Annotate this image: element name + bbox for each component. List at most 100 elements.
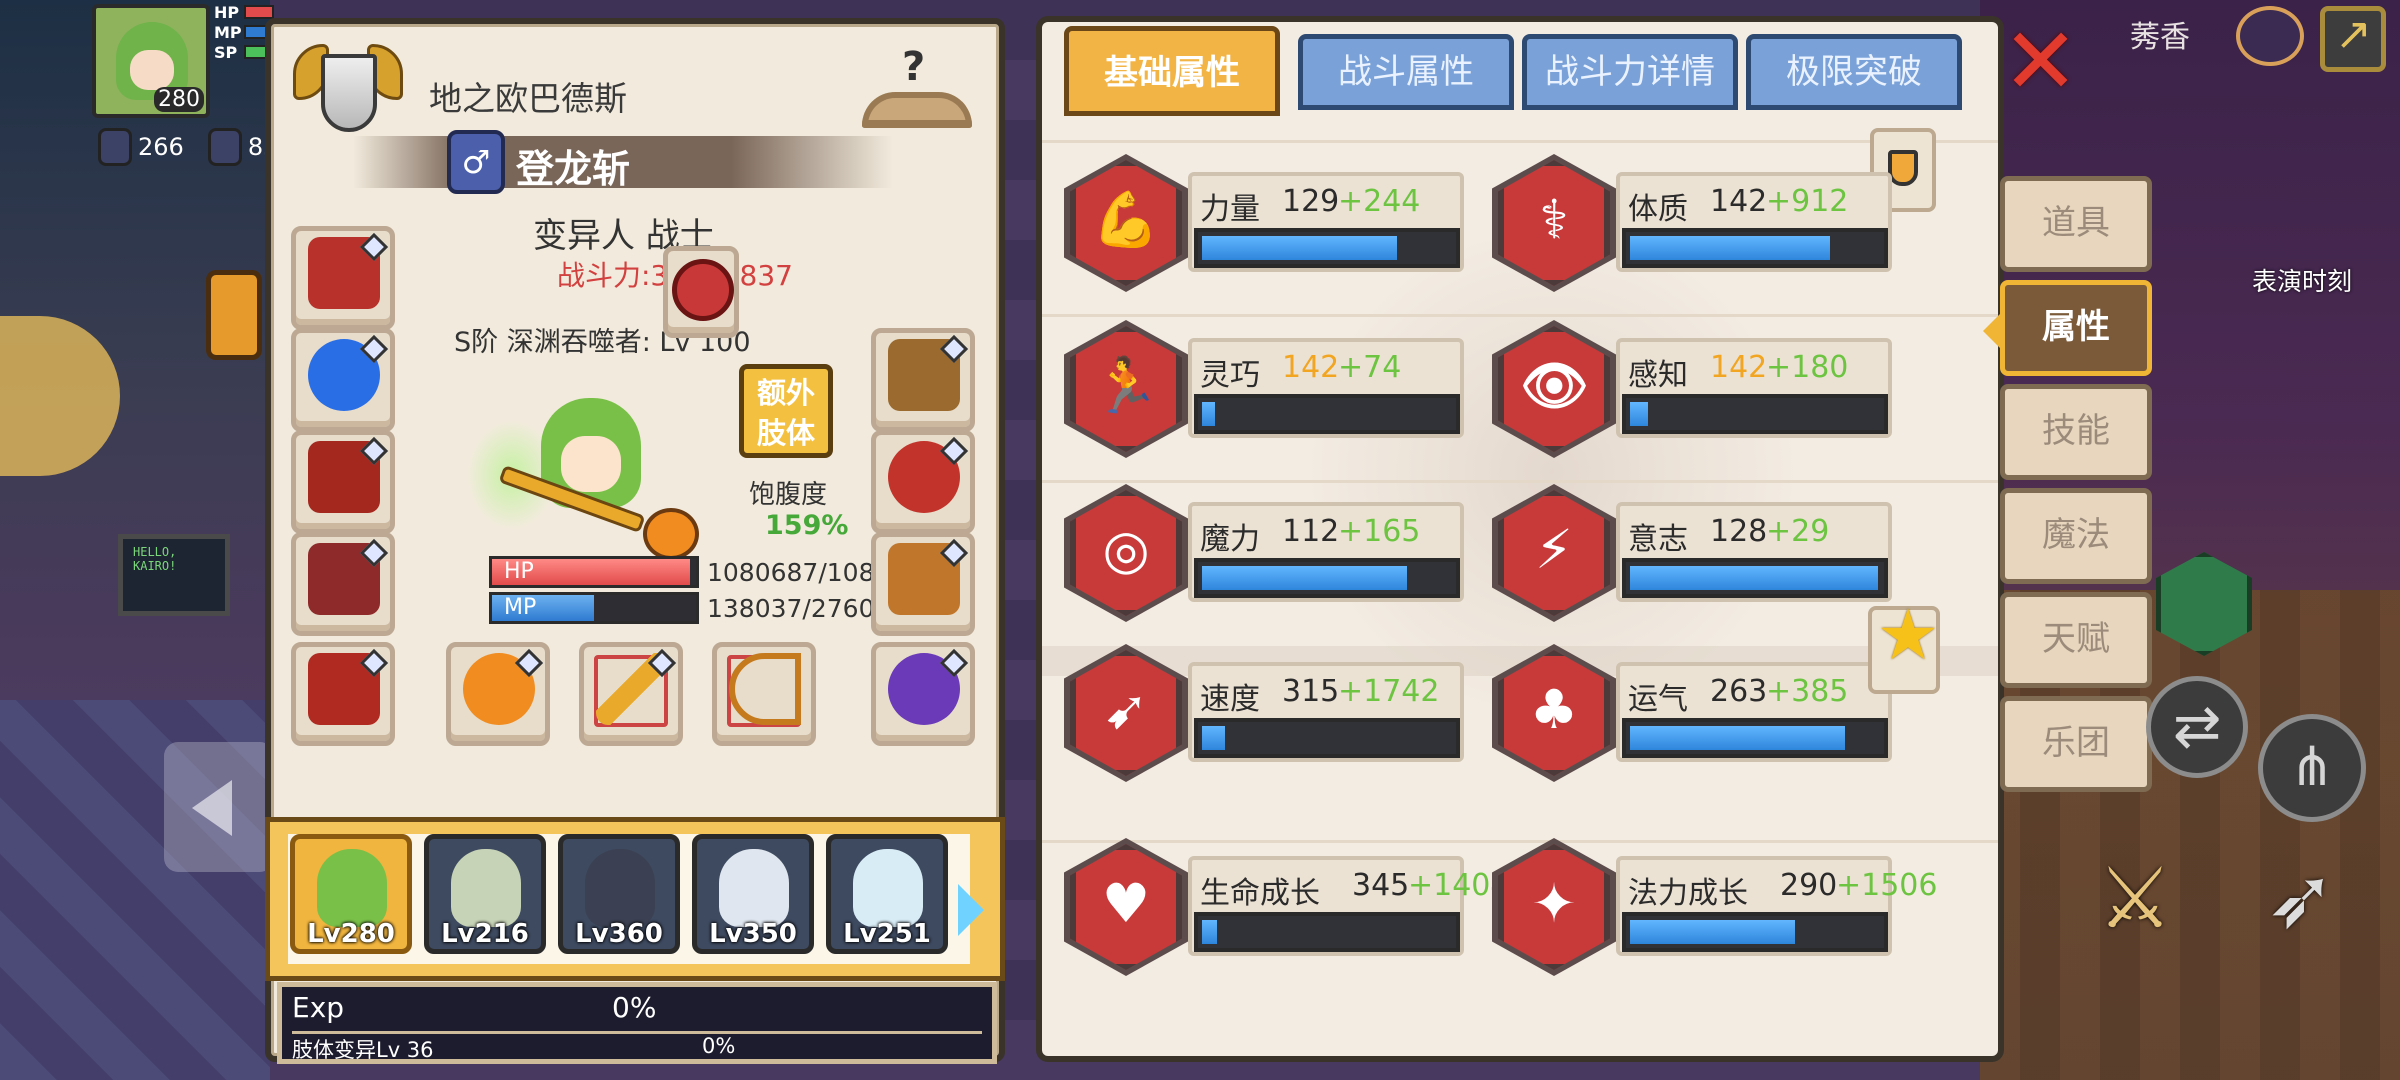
attribute-base: 290 (1780, 868, 1838, 903)
hud-stat-shield[interactable]: 266 (98, 128, 184, 166)
attribute-bar-fill (1202, 236, 1397, 260)
menu-item-1[interactable]: 道具 (2000, 176, 2152, 272)
attribute-bonus: +1742 (1338, 674, 1440, 709)
hud-stat-a-value: 266 (138, 133, 184, 161)
party-next-arrow-icon[interactable] (958, 884, 984, 936)
equip-slot-helmet[interactable] (291, 226, 395, 330)
outfit-hanger-button[interactable]: ? (856, 44, 976, 144)
extra-limb-button[interactable]: 额外 肢体 (739, 364, 833, 458)
topright-label: 莠香 (2130, 20, 2190, 55)
attribute-2[interactable]: ⚕ 体质 142 +912 (1492, 154, 1928, 296)
menu-item-3[interactable]: 技能 (2000, 384, 2152, 480)
attribute-name: 魔力 (1200, 522, 1260, 557)
player-avatar[interactable]: 280 (92, 4, 210, 118)
party-member-3[interactable]: Lv360 (558, 834, 680, 954)
weapon-slot-bow[interactable] (712, 642, 816, 746)
attribute-base: 129 (1282, 184, 1340, 219)
tab-limit-break[interactable]: 极限突破 (1746, 34, 1962, 110)
attribute-bar (1194, 718, 1460, 758)
attribute-5[interactable]: ◎ 魔力 112 +165 (1064, 484, 1500, 626)
menu-item-2[interactable]: 属性 (1983, 280, 2152, 376)
attribute-3[interactable]: 🏃 灵巧 142 +74 (1064, 320, 1500, 462)
equip-slot-necklace[interactable] (291, 328, 395, 432)
weapon-slot-pumpkin-staff[interactable] (446, 642, 550, 746)
attribute-name: 法力成长 (1628, 876, 1748, 911)
party-member-portrait (317, 849, 387, 927)
character-name: 地之欧巴德斯 (429, 79, 627, 118)
equip-slot-crown[interactable] (871, 430, 975, 534)
character-mp-bar: MP (489, 592, 699, 624)
equip-slot-ring[interactable] (871, 642, 975, 746)
tab-basic-attributes[interactable]: 基础属性 (1064, 26, 1280, 116)
equip-slot-emblem[interactable] (663, 246, 739, 338)
attribute-4[interactable]: 👁 感知 142 +180 (1492, 320, 1928, 462)
attribute-bar (1194, 558, 1460, 598)
attribute-base: 142 (1282, 350, 1340, 385)
dpad-left-button[interactable] (164, 742, 274, 872)
party-member-2[interactable]: Lv216 (424, 834, 546, 954)
attributes-panel: 基础属性 战斗属性 战斗力详情 极限突破 💪 力量 129 +244 ⚕ 体质 142 +91… (1036, 16, 2004, 1062)
attribute-6[interactable]: ⚡ 意志 128 +29 (1492, 484, 1928, 626)
attribute-7[interactable]: ➹ 速度 315 +1742 (1064, 644, 1500, 786)
party-member-portrait (451, 849, 521, 927)
character-title[interactable]: 登龙斩 (516, 138, 630, 193)
equip-slot-boots-left[interactable] (291, 642, 395, 746)
attribute-8[interactable]: ♣ 运气 263 +385 (1492, 644, 1928, 786)
tab-label: 战斗力详情 (1545, 52, 1715, 92)
menu-item-5[interactable]: 天赋 (2000, 592, 2152, 688)
party-member-portrait (853, 849, 923, 927)
attribute-10[interactable]: ✦ 法力成长 290 +1506 (1492, 838, 1937, 980)
tab-power-details[interactable]: 战斗力详情 (1522, 34, 1738, 110)
attribute-1[interactable]: 💪 力量 129 +244 (1064, 154, 1500, 296)
hanger-icon (862, 92, 972, 128)
character-panel: 地之欧巴德斯 ? ♂ 登龙斩 变异人 战士 战斗力:30543837 S阶 深渊… (265, 18, 1005, 1064)
attribute-bar (1622, 394, 1888, 434)
shield-icon (98, 128, 132, 166)
sword-icon[interactable]: ⚔ (2080, 848, 2190, 958)
swap-icon[interactable]: ⇄ (2146, 676, 2248, 778)
party-member-portrait (585, 849, 655, 927)
attribute-9[interactable]: ♥ 生命成长 345 +1404 (1064, 838, 1509, 980)
party-member-5[interactable]: Lv251 (826, 834, 948, 954)
hud-hp-row: HP (214, 2, 274, 22)
attribute-glyph: ⚡ (1535, 518, 1573, 581)
attribute-base: 142 (1710, 350, 1768, 385)
trident-icon[interactable]: ⋔ (2258, 714, 2366, 822)
attribute-bonus: +74 (1338, 350, 1402, 385)
globe-icon[interactable] (2236, 6, 2304, 66)
mutation-label: 肢体变异Lv 36 (292, 1038, 434, 1062)
attribute-bar-fill (1630, 402, 1648, 426)
party-member-level: Lv251 (843, 919, 931, 949)
attribute-base: 128 (1710, 514, 1768, 549)
exp-value: 0% (612, 991, 657, 1024)
favorite-star-button[interactable]: ★ (1868, 594, 1940, 694)
question-mark-icon: ? (902, 44, 926, 90)
attribute-bar (1622, 228, 1888, 268)
party-member-1[interactable]: Lv280 (290, 834, 412, 954)
equip-slot-armor[interactable] (291, 430, 395, 534)
attribute-bar-fill (1202, 566, 1407, 590)
equip-slot-gauntlet[interactable] (871, 328, 975, 432)
equip-slot-shoes[interactable] (871, 532, 975, 636)
party-member-level: Lv216 (441, 919, 529, 949)
attribute-glyph: ✦ (1531, 872, 1577, 935)
weapon-slot-golden-staff[interactable] (579, 642, 683, 746)
attribute-name: 生命成长 (1200, 876, 1320, 911)
exit-icon[interactable] (2320, 6, 2386, 72)
menu-item-6[interactable]: 乐团 (2000, 696, 2152, 792)
party-member-4[interactable]: Lv350 (692, 834, 814, 954)
equip-slot-belt[interactable] (291, 532, 395, 636)
attribute-bar-fill (1630, 236, 1830, 260)
bow-icon[interactable]: ➶ (2246, 848, 2356, 958)
menu-item-4[interactable]: 魔法 (2000, 488, 2152, 584)
hud-stats: 266 85 (98, 128, 278, 166)
attribute-name: 力量 (1200, 192, 1260, 227)
hud-hp-bar (244, 5, 274, 19)
close-button[interactable]: ✕ (2002, 16, 2079, 108)
party-strip: Lv280 Lv216 Lv360 Lv350 Lv251 (265, 817, 1005, 981)
party-member-level: Lv350 (709, 919, 797, 949)
attribute-base: 142 (1710, 184, 1768, 219)
character-sprite (457, 390, 747, 570)
hunger-label: 饱腹度 (749, 480, 828, 510)
tab-combat-attributes[interactable]: 战斗属性 (1298, 34, 1514, 110)
